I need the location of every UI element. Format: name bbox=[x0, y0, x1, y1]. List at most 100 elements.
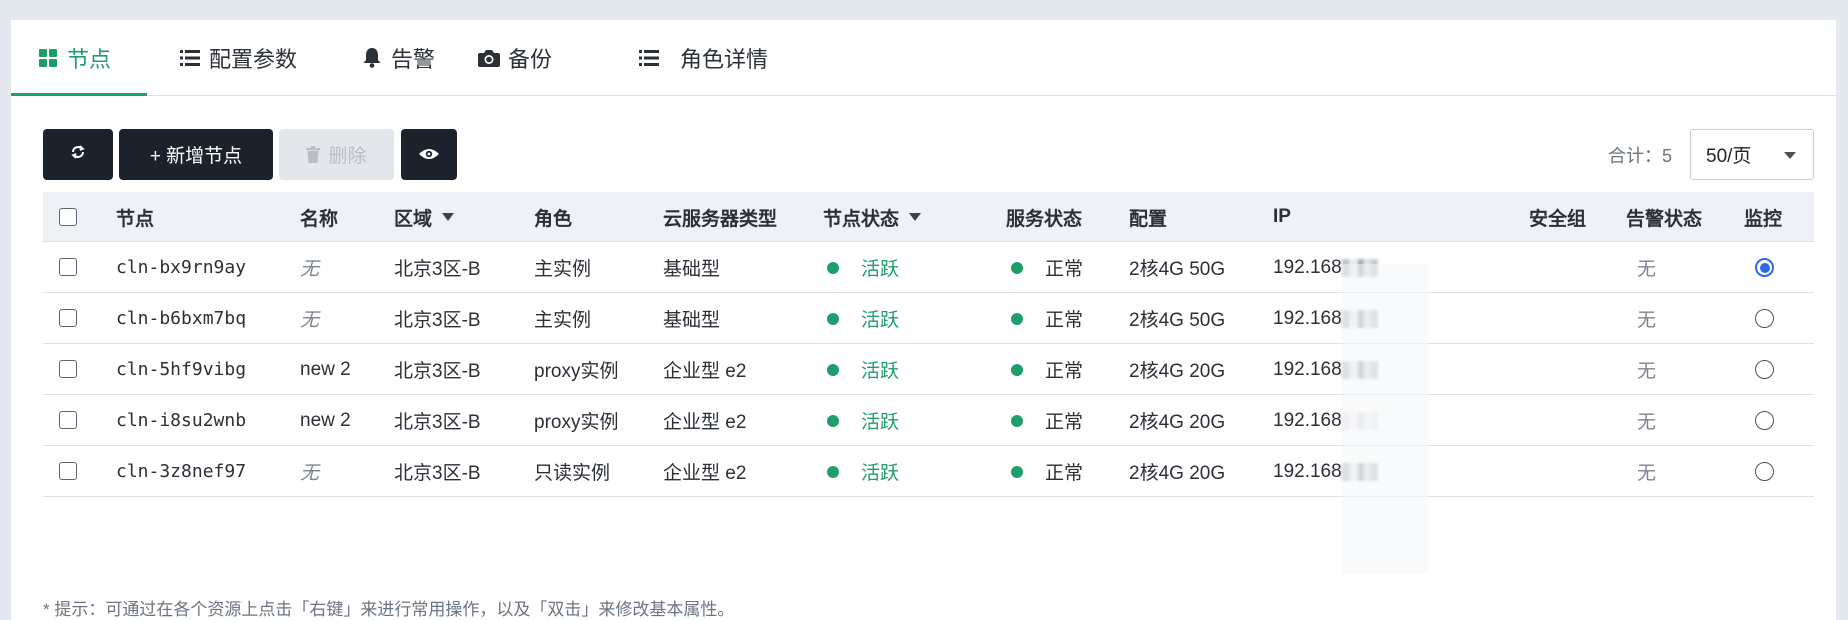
node-ip: 192.168 bbox=[1273, 293, 1378, 344]
list-icon bbox=[179, 47, 201, 69]
status-dot-icon bbox=[827, 363, 839, 376]
monitor-radio[interactable] bbox=[1755, 309, 1774, 328]
service-status: 正常 bbox=[1011, 242, 1083, 293]
column-header-service-status: 服务状态 bbox=[1006, 208, 1083, 230]
node-status: 活跃 bbox=[827, 293, 899, 344]
node-status-label: 活跃 bbox=[861, 310, 900, 331]
total-count: 合计：5 bbox=[1608, 146, 1673, 166]
node-id: cln-3z8nef97 bbox=[116, 461, 247, 482]
monitor-radio[interactable] bbox=[1755, 360, 1774, 379]
filter-caret-icon[interactable] bbox=[909, 213, 922, 221]
node-ip-text: 192.168 bbox=[1273, 358, 1342, 380]
row-checkbox[interactable] bbox=[59, 309, 77, 327]
status-dot-icon bbox=[1011, 363, 1023, 376]
column-header-security-group: 安全组 bbox=[1529, 208, 1587, 230]
view-button[interactable] bbox=[401, 129, 457, 180]
row-checkbox[interactable] bbox=[59, 258, 77, 276]
service-status-label: 正常 bbox=[1045, 361, 1084, 382]
eye-icon bbox=[419, 144, 439, 166]
alarm-status: 无 bbox=[1637, 412, 1657, 433]
table-row[interactable]: cln-b6bxm7bq 无 北京3区-B 主实例 基础型 活跃 正常 2核4G… bbox=[43, 293, 1814, 344]
node-status: 活跃 bbox=[827, 344, 899, 395]
tab-config-params[interactable]: 配置参数 bbox=[179, 20, 297, 96]
list-icon bbox=[638, 47, 660, 69]
node-status: 活跃 bbox=[827, 395, 899, 446]
redacted-ip-mask bbox=[1341, 411, 1378, 430]
trash-icon bbox=[306, 146, 321, 163]
service-status-label: 正常 bbox=[1045, 259, 1084, 280]
filter-caret-icon[interactable] bbox=[442, 213, 455, 221]
tab-backup[interactable]: 备份 bbox=[478, 20, 552, 96]
add-node-button[interactable]: + 新增节点 bbox=[119, 129, 273, 180]
server-type: 企业型 e2 bbox=[663, 361, 747, 382]
usage-hint: * 提示：可通过在各个资源上点击「右键」来进行常用操作，以及「双击」来修改基本属… bbox=[43, 600, 735, 619]
select-all-checkbox[interactable] bbox=[59, 208, 77, 226]
delete-label: 删除 bbox=[328, 146, 367, 167]
status-dot-icon bbox=[827, 261, 839, 274]
service-status: 正常 bbox=[1011, 344, 1083, 395]
node-name: 无 bbox=[300, 310, 320, 331]
camera-icon bbox=[478, 47, 500, 69]
content-panel: 节点 配置参数 告警 备份 角色详情 + 新增节点 删除 合计：5 50/页 节… bbox=[11, 20, 1836, 620]
row-checkbox[interactable] bbox=[59, 462, 77, 480]
node-ip-text: 192.168 bbox=[1273, 460, 1342, 482]
node-role: 主实例 bbox=[534, 259, 592, 280]
server-type: 基础型 bbox=[663, 310, 721, 331]
service-status-label: 正常 bbox=[1045, 412, 1084, 433]
table-row[interactable]: cln-i8su2wnb new 2 北京3区-B proxy实例 企业型 e2… bbox=[43, 395, 1814, 446]
node-name: new 2 bbox=[300, 409, 351, 431]
status-dot-icon bbox=[827, 414, 839, 427]
bell-icon bbox=[361, 47, 383, 69]
monitor-radio[interactable] bbox=[1755, 258, 1774, 277]
status-dot-icon bbox=[1011, 261, 1023, 274]
node-status: 活跃 bbox=[827, 242, 899, 293]
tab-nodes-label: 节点 bbox=[67, 47, 112, 72]
node-role: proxy实例 bbox=[534, 412, 619, 433]
node-name: 无 bbox=[300, 463, 320, 484]
active-tab-indicator bbox=[11, 93, 147, 96]
column-header-name: 名称 bbox=[300, 208, 339, 230]
refresh-button[interactable] bbox=[43, 129, 113, 180]
node-name: new 2 bbox=[300, 358, 351, 380]
status-dot-icon bbox=[1011, 465, 1023, 478]
node-role: 主实例 bbox=[534, 310, 592, 331]
node-status-label: 活跃 bbox=[861, 463, 900, 484]
tab-bar: 节点 配置参数 告警 备份 角色详情 bbox=[11, 20, 1836, 96]
column-header-region[interactable]: 区域 bbox=[394, 192, 455, 242]
node-name: 无 bbox=[300, 259, 320, 280]
node-id: cln-5hf9vibg bbox=[116, 359, 247, 380]
alarm-status: 无 bbox=[1637, 361, 1657, 382]
page-size-select[interactable]: 50/页 bbox=[1690, 129, 1814, 180]
tab-role-details[interactable]: 角色详情 bbox=[638, 20, 768, 96]
node-region: 北京3区-B bbox=[394, 463, 481, 484]
row-checkbox[interactable] bbox=[59, 360, 77, 378]
column-header-alarm-status: 告警状态 bbox=[1626, 208, 1703, 230]
node-status-label: 活跃 bbox=[861, 259, 900, 280]
row-checkbox[interactable] bbox=[59, 411, 77, 429]
refresh-icon bbox=[70, 144, 86, 166]
node-ip-text: 192.168 bbox=[1273, 307, 1342, 329]
tab-nodes[interactable]: 节点 bbox=[37, 20, 111, 96]
column-header-node-status[interactable]: 节点状态 bbox=[823, 192, 922, 242]
node-ip: 192.168 bbox=[1273, 446, 1378, 497]
node-ip: 192.168 bbox=[1273, 242, 1378, 293]
monitor-radio[interactable] bbox=[1755, 462, 1774, 481]
table-row[interactable]: cln-bx9rn9ay 无 北京3区-B 主实例 基础型 活跃 正常 2核4G… bbox=[43, 242, 1814, 293]
alarm-status: 无 bbox=[1637, 463, 1657, 484]
node-config: 2核4G 20G bbox=[1129, 412, 1226, 433]
table-row[interactable]: cln-5hf9vibg new 2 北京3区-B proxy实例 企业型 e2… bbox=[43, 344, 1814, 395]
delete-button[interactable]: 删除 bbox=[279, 129, 394, 180]
node-region: 北京3区-B bbox=[394, 361, 481, 382]
table-row[interactable]: cln-3z8nef97 无 北京3区-B 只读实例 企业型 e2 活跃 正常 … bbox=[43, 446, 1814, 497]
status-dot-icon bbox=[827, 465, 839, 478]
redacted-ip-mask bbox=[1341, 462, 1378, 481]
node-role: 只读实例 bbox=[534, 463, 611, 484]
node-status: 活跃 bbox=[827, 446, 899, 497]
tab-alarms[interactable]: 告警 bbox=[361, 20, 435, 96]
service-status-label: 正常 bbox=[1045, 463, 1084, 484]
tab-backup-label: 备份 bbox=[508, 47, 553, 72]
column-header-region-label: 区域 bbox=[394, 208, 433, 230]
column-header-role: 角色 bbox=[534, 208, 573, 230]
service-status: 正常 bbox=[1011, 293, 1083, 344]
monitor-radio[interactable] bbox=[1755, 411, 1774, 430]
